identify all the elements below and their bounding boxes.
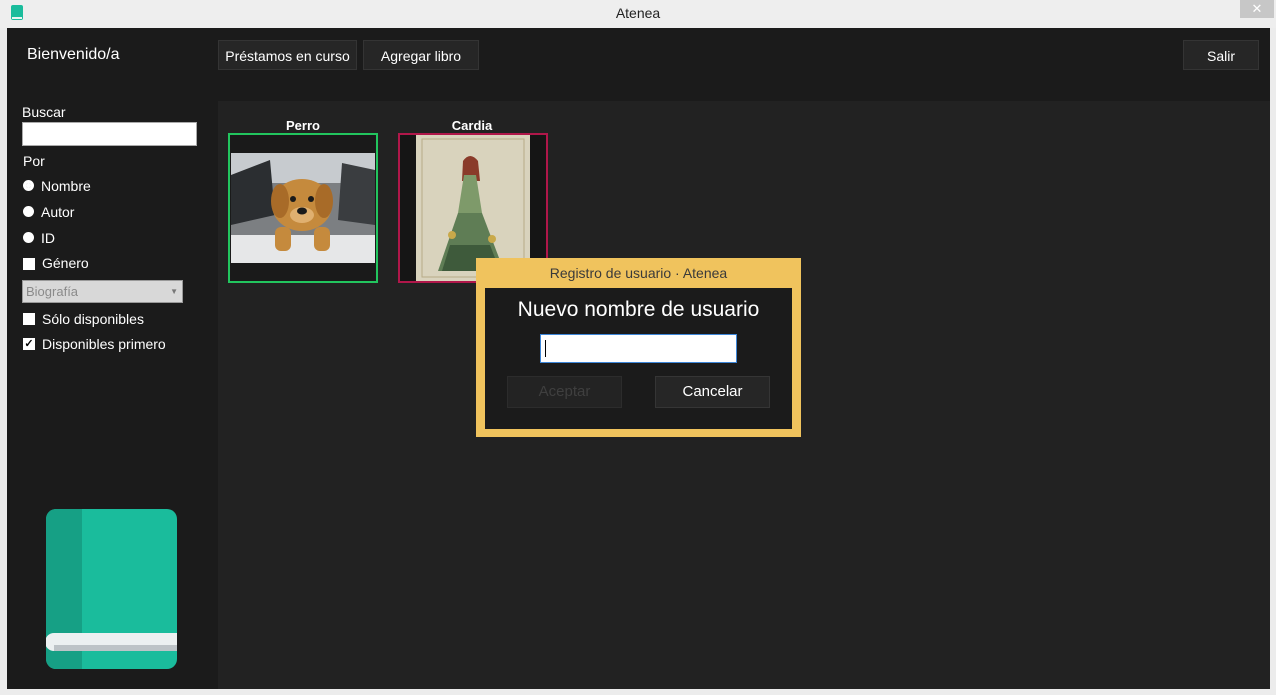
genre-checkbox-label: Género [42, 255, 89, 271]
dialog-title: Registro de usuario · Atenea [549, 265, 728, 281]
dialog-body: Nuevo nombre de usuario Aceptar Cancelar [485, 288, 792, 429]
radio-author-label: Autor [41, 204, 75, 220]
only-available-checkbox[interactable] [23, 313, 35, 325]
text-caret [545, 340, 546, 357]
user-registration-dialog: Registro de usuario · Atenea Nuevo nombr… [476, 258, 801, 437]
search-input[interactable] [22, 122, 197, 146]
welcome-text: Bienvenido/a [27, 46, 120, 63]
only-available-label: Sólo disponibles [42, 311, 144, 327]
loans-button[interactable]: Préstamos en curso [218, 40, 357, 70]
title-bar: Atenea ✕ [0, 0, 1276, 28]
genre-select[interactable]: Biografía ▼ [22, 280, 183, 303]
window-title: Atenea [615, 5, 661, 21]
book-title: Cardia [451, 118, 493, 133]
genre-select-value: Biografía [26, 284, 79, 299]
radio-name-label: Nombre [41, 178, 91, 194]
search-label: Buscar [22, 104, 66, 120]
book-title: Perro [286, 118, 320, 133]
search-by-label: Por [23, 153, 45, 169]
sidebar: Buscar Por Nombre Autor ID Género Biogra… [7, 101, 218, 689]
cancel-button[interactable]: Cancelar [655, 376, 770, 408]
available-first-label: Disponibles primero [42, 336, 166, 352]
radio-author[interactable] [23, 206, 34, 217]
close-button[interactable]: ✕ [1240, 0, 1274, 18]
radio-id-label: ID [41, 230, 55, 246]
genre-checkbox[interactable] [23, 258, 35, 270]
dialog-heading: Nuevo nombre de usuario [517, 298, 760, 321]
radio-id[interactable] [23, 232, 34, 243]
book-icon [46, 509, 177, 669]
username-input[interactable] [540, 334, 737, 363]
radio-name[interactable] [23, 180, 34, 191]
book-card[interactable] [228, 133, 378, 283]
add-book-button[interactable]: Agregar libro [363, 40, 479, 70]
book-cover-image [230, 135, 376, 281]
accept-button[interactable]: Aceptar [507, 376, 622, 408]
exit-button[interactable]: Salir [1183, 40, 1259, 70]
available-first-checkbox[interactable]: ✓ [23, 338, 35, 350]
chevron-down-icon: ▼ [170, 287, 178, 296]
